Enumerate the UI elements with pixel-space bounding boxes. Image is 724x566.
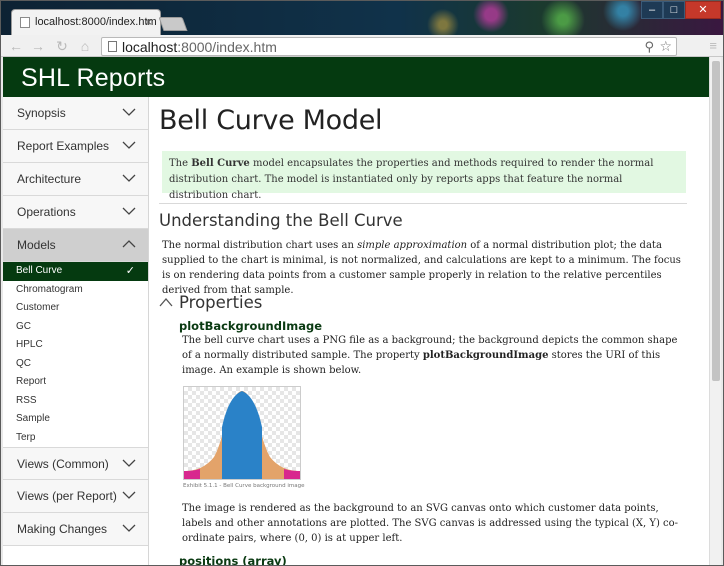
sidebar-section-making-changes[interactable]: Making Changes (3, 513, 148, 546)
section-label: Report Examples (17, 139, 110, 153)
section-label: Operations (17, 205, 76, 219)
sidebar-item-qc[interactable]: QC (3, 355, 148, 374)
section-label: Making Changes (17, 522, 108, 536)
sidebar-section-report-examples[interactable]: Report Examples (3, 130, 148, 163)
tab-bar: localhost:8000/index.htm × – □ ✕ (1, 1, 723, 35)
bell-curve-background-image (183, 386, 301, 480)
properties-heading-label: Properties (179, 293, 263, 312)
bell-curve-graphic (184, 391, 300, 479)
page-icon (108, 41, 117, 52)
sidebar-item-report[interactable]: Report (3, 373, 148, 392)
sidebar-section-operations[interactable]: Operations (3, 196, 148, 229)
divider (159, 203, 687, 204)
notice-text-pre: The (169, 158, 192, 169)
sidebar-item-rss[interactable]: RSS (3, 392, 148, 411)
page-scrollbar[interactable] (709, 57, 721, 565)
site-title[interactable]: SHL Reports (21, 64, 165, 93)
sidebar-item-gc[interactable]: GC (3, 318, 148, 337)
chevron-down-icon (122, 207, 136, 215)
section-label: Views (Common) (17, 457, 109, 471)
url-host: localhost (122, 39, 178, 55)
sidebar-section-models[interactable]: Models (3, 229, 148, 262)
maximize-button[interactable]: □ (663, 1, 685, 19)
new-tab-button[interactable] (158, 17, 188, 31)
address-bar[interactable]: localhost:8000/index.htm ⚲ ☆ (101, 37, 677, 56)
understanding-paragraph: The normal distribution chart uses an si… (162, 238, 686, 298)
sidebar-section-views-common[interactable]: Views (Common) (3, 447, 148, 480)
svg-canvas-paragraph: The image is rendered as the background … (182, 503, 679, 544)
browser-tab[interactable]: localhost:8000/index.htm × (11, 9, 161, 35)
sidebar-section-views-per-report[interactable]: Views (per Report) (3, 480, 148, 513)
sidebar-item-label: Bell Curve (16, 265, 63, 276)
forward-arrow-icon[interactable]: → (29, 38, 47, 54)
browser-window: localhost:8000/index.htm × – □ ✕ ← → ↻ ⌂… (0, 0, 724, 566)
section-label: Synopsis (17, 106, 66, 120)
section-label: Views (per Report) (17, 489, 117, 503)
menu-icon[interactable]: ≡ (709, 38, 717, 53)
plotbackgroundimage-paragraph: The bell curve chart uses a PNG file as … (182, 333, 686, 378)
exhibit-caption: Exhibit 5.1.1 - Bell Curve background im… (183, 483, 305, 489)
sidebar-nav: Synopsis Report Examples Architecture Op… (3, 97, 149, 565)
scrollbar-thumb[interactable] (712, 61, 720, 381)
page-favicon-icon (20, 17, 30, 28)
reload-icon[interactable]: ↻ (53, 38, 71, 54)
checkmark-icon: ✓ (125, 265, 135, 277)
chevron-down-icon (122, 174, 136, 182)
browser-toolbar: ← → ↻ ⌂ localhost:8000/index.htm ⚲ ☆ ≡ (1, 35, 723, 57)
chevron-down-icon (122, 524, 136, 532)
section-label: Models (17, 238, 56, 252)
sidebar-section-architecture[interactable]: Architecture (3, 163, 148, 196)
para2-bold-term: plotBackgroundImage (422, 350, 549, 361)
url-path: :8000/index.htm (177, 39, 277, 55)
notice-bold-term: Bell Curve (191, 158, 250, 169)
sidebar-item-terp[interactable]: Terp (3, 429, 148, 448)
section-heading-understanding: Understanding the Bell Curve (159, 211, 403, 230)
property-name-plotbackgroundimage: plotBackgroundImage (179, 319, 323, 333)
chevron-down-icon (122, 459, 136, 467)
sidebar-item-chromatogram[interactable]: Chromatogram (3, 281, 148, 300)
tab-title: localhost:8000/index.htm (35, 16, 157, 28)
minimize-button[interactable]: – (641, 1, 663, 19)
sidebar-item-customer[interactable]: Customer (3, 299, 148, 318)
section-label: Architecture (17, 172, 82, 186)
page-title: Bell Curve Model (159, 105, 383, 136)
para1-emphasis: simple approximation (357, 240, 468, 251)
home-icon[interactable]: ⌂ (76, 38, 94, 54)
theme-decoration (419, 1, 659, 35)
chevron-down-icon (122, 141, 136, 149)
sidebar-section-synopsis[interactable]: Synopsis (3, 97, 148, 130)
back-arrow-icon[interactable]: ← (7, 38, 25, 54)
window-controls: – □ ✕ (641, 1, 721, 21)
property-name-positions: positions (array) (179, 554, 287, 565)
tab-close-icon[interactable]: × (145, 15, 152, 29)
url-text[interactable]: localhost:8000/index.htm (122, 39, 277, 55)
model-summary-notice: The Bell Curve model encapsulates the pr… (162, 151, 686, 201)
chevron-up-icon[interactable] (159, 296, 173, 308)
sidebar-item-hplc[interactable]: HPLC (3, 336, 148, 355)
models-submenu: Bell Curve ✓ Chromatogram Customer GC HPL… (3, 262, 148, 447)
web-page: SHL Reports Synopsis Report Examples Arc… (3, 57, 721, 565)
main-content: Bell Curve Model The Bell Curve model en… (159, 97, 695, 565)
sidebar-item-bell-curve[interactable]: Bell Curve ✓ (3, 262, 148, 281)
chevron-up-icon (122, 240, 136, 248)
para1-pre: The normal distribution chart uses an (162, 240, 358, 251)
magnifier-icon[interactable]: ⚲ (644, 39, 654, 55)
site-header: SHL Reports (3, 57, 709, 97)
chevron-down-icon (122, 491, 136, 499)
properties-heading[interactable]: Properties (159, 293, 262, 312)
chevron-down-icon (122, 108, 136, 116)
sidebar-item-sample[interactable]: Sample (3, 410, 148, 429)
bookmark-star-icon[interactable]: ☆ (659, 38, 672, 55)
close-window-button[interactable]: ✕ (685, 1, 721, 19)
